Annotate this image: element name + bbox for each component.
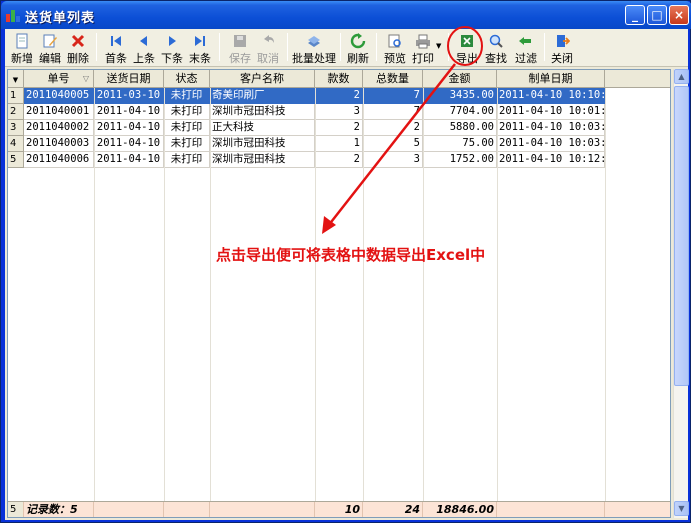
annotation-arrow-line: [327, 63, 456, 227]
annotation-overlay: [322, 26, 483, 234]
highlight-circle: [447, 26, 483, 66]
